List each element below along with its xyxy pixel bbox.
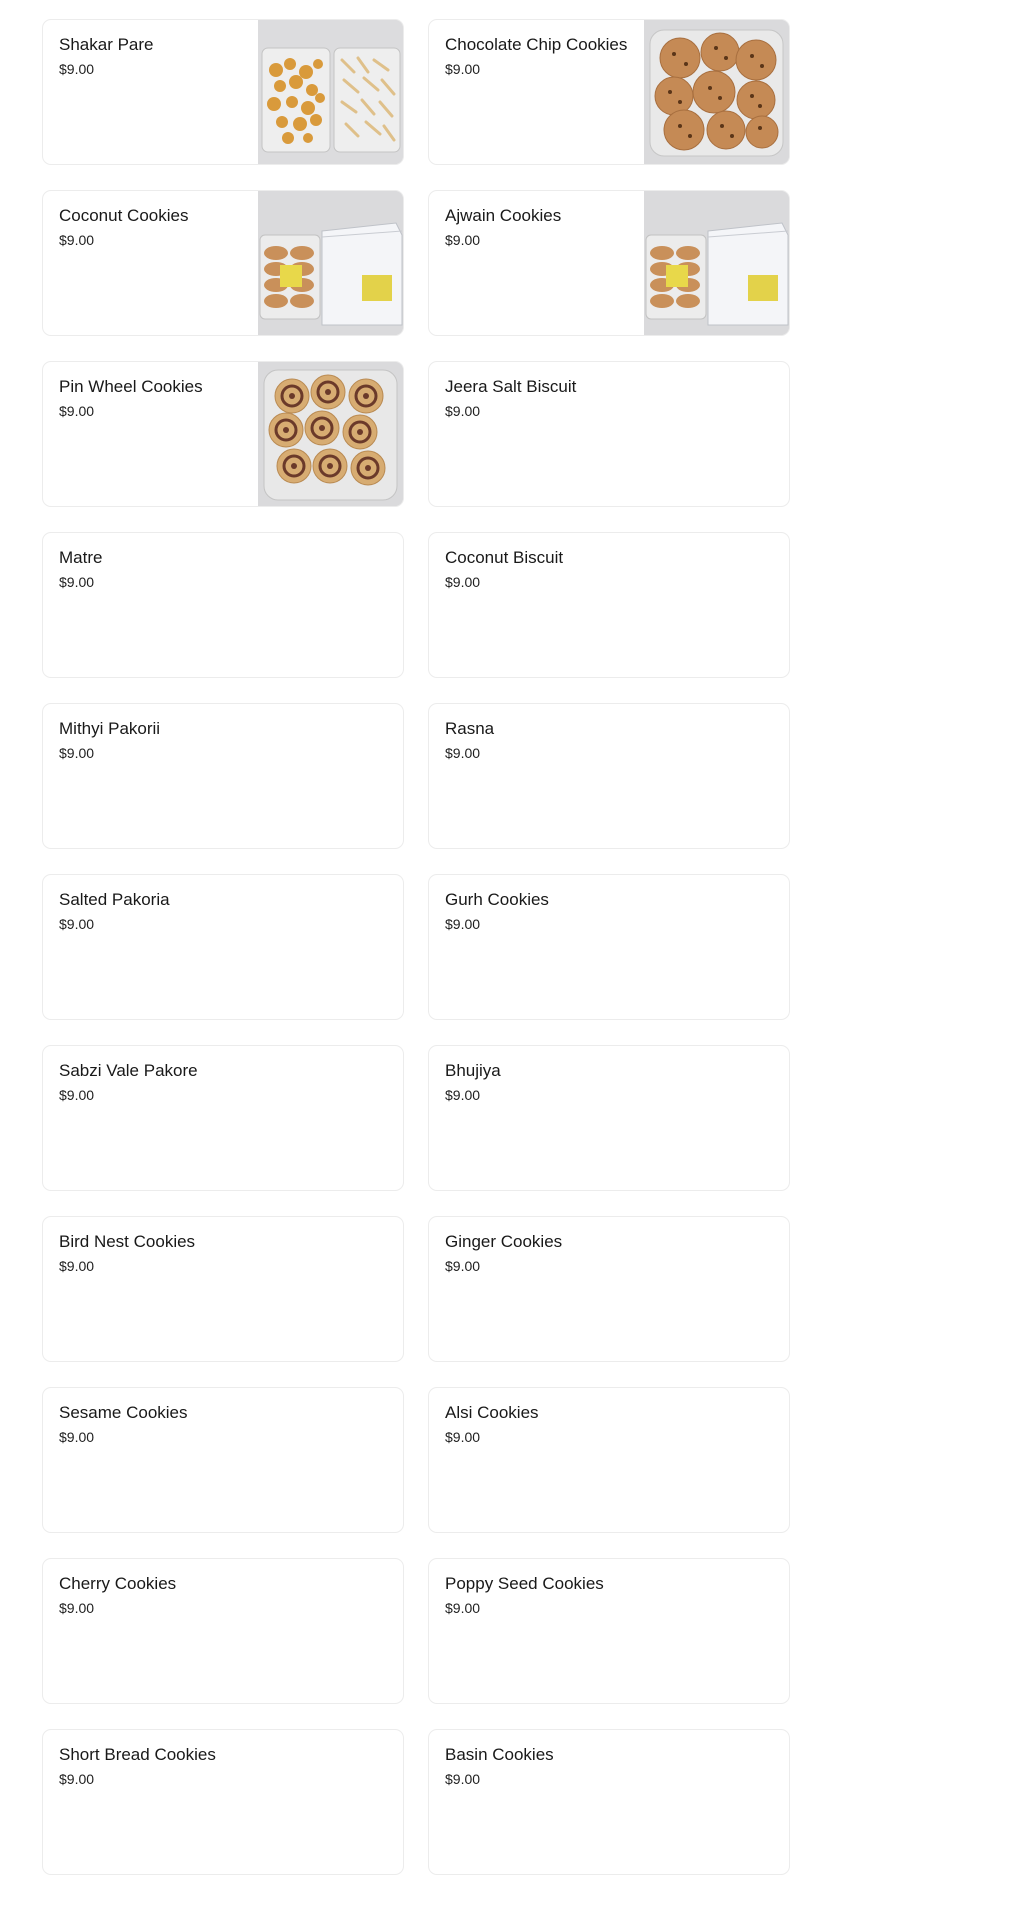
menu-item-photo [258, 20, 403, 164]
menu-item-price: $9.00 [445, 1600, 481, 1616]
menu-item-name: Coconut Biscuit [445, 548, 564, 567]
menu-item-price: $9.00 [59, 1087, 95, 1103]
menu-item-card[interactable]: Bird Nest Cookies $9.00 [42, 1216, 404, 1362]
menu-item-price: $9.00 [59, 1429, 95, 1445]
menu-item-price: $9.00 [59, 916, 95, 932]
menu-item-price: $9.00 [445, 61, 481, 77]
menu-item-photo [644, 20, 789, 164]
menu-item-name: Ginger Cookies [445, 1232, 563, 1251]
menu-item-name: Gurh Cookies [445, 890, 549, 909]
menu-item-price: $9.00 [445, 1087, 481, 1103]
menu-item-card[interactable]: Sabzi Vale Pakore $9.00 [42, 1045, 404, 1191]
menu-item-card[interactable]: Shakar Pare $9.00 [42, 19, 404, 165]
menu-item-price: $9.00 [59, 1600, 95, 1616]
menu-item-price: $9.00 [445, 1258, 481, 1274]
menu-item-price: $9.00 [445, 1771, 481, 1787]
menu-item-card[interactable]: Ajwain Cookies $9.00 [428, 190, 790, 336]
menu-item-grid: Shakar Pare $9.00 Chocolate Chip Cookies $… [42, 0, 790, 1875]
menu-item-card[interactable]: Salted Pakoria $9.00 [42, 874, 404, 1020]
menu-item-card[interactable]: Cherry Cookies $9.00 [42, 1558, 404, 1704]
menu-item-card[interactable]: Matre $9.00 [42, 532, 404, 678]
menu-item-card[interactable]: Rasna $9.00 [428, 703, 790, 849]
menu-item-name: Sabzi Vale Pakore [59, 1061, 198, 1080]
menu-item-price: $9.00 [445, 1429, 481, 1445]
menu-item-price: $9.00 [59, 403, 95, 419]
menu-item-name: Poppy Seed Cookies [445, 1574, 604, 1593]
menu-item-card[interactable]: Ginger Cookies $9.00 [428, 1216, 790, 1362]
menu-item-price: $9.00 [59, 232, 95, 248]
menu-item-name: Cherry Cookies [59, 1574, 177, 1593]
menu-item-price: $9.00 [445, 745, 481, 761]
menu-item-name: Sesame Cookies [59, 1403, 188, 1422]
menu-item-price: $9.00 [445, 916, 481, 932]
menu-item-price: $9.00 [445, 403, 481, 419]
menu-item-name: Rasna [445, 719, 495, 738]
menu-item-price: $9.00 [59, 1771, 95, 1787]
menu-item-card[interactable]: Sesame Cookies $9.00 [42, 1387, 404, 1533]
menu-item-name: Chocolate Chip Cookies [445, 35, 628, 54]
menu-item-name: Coconut Cookies [59, 206, 189, 225]
menu-item-name: Mithyi Pakorii [59, 719, 161, 738]
menu-item-name: Bhujiya [445, 1061, 501, 1080]
menu-item-price: $9.00 [445, 232, 481, 248]
menu-item-price: $9.00 [59, 745, 95, 761]
menu-item-card[interactable]: Coconut Cookies $9.00 [42, 190, 404, 336]
menu-item-card[interactable]: Jeera Salt Biscuit $9.00 [428, 361, 790, 507]
menu-item-name: Basin Cookies [445, 1745, 554, 1764]
menu-item-name: Jeera Salt Biscuit [445, 377, 577, 396]
menu-item-name: Salted Pakoria [59, 890, 170, 909]
menu-item-card[interactable]: Alsi Cookies $9.00 [428, 1387, 790, 1533]
menu-item-name: Shakar Pare [59, 35, 154, 54]
menu-item-card[interactable]: Coconut Biscuit $9.00 [428, 532, 790, 678]
menu-item-name: Ajwain Cookies [445, 206, 562, 225]
menu-item-price: $9.00 [59, 574, 95, 590]
menu-item-card[interactable]: Mithyi Pakorii $9.00 [42, 703, 404, 849]
menu-item-price: $9.00 [59, 1258, 95, 1274]
menu-item-price: $9.00 [59, 61, 95, 77]
menu-item-name: Short Bread Cookies [59, 1745, 216, 1764]
menu-item-name: Matre [59, 548, 103, 567]
menu-item-name: Alsi Cookies [445, 1403, 539, 1422]
menu-item-photo [644, 191, 789, 335]
menu-item-card[interactable]: Basin Cookies $9.00 [428, 1729, 790, 1875]
menu-item-card[interactable]: Bhujiya $9.00 [428, 1045, 790, 1191]
menu-item-photo [258, 362, 403, 506]
menu-item-card[interactable]: Chocolate Chip Cookies $9.00 [428, 19, 790, 165]
menu-item-price: $9.00 [445, 574, 481, 590]
menu-item-photo [258, 191, 403, 335]
menu-item-card[interactable]: Pin Wheel Cookies $9.00 [42, 361, 404, 507]
menu-item-card[interactable]: Gurh Cookies $9.00 [428, 874, 790, 1020]
menu-item-card[interactable]: Poppy Seed Cookies $9.00 [428, 1558, 790, 1704]
menu-item-card[interactable]: Short Bread Cookies $9.00 [42, 1729, 404, 1875]
menu-item-name: Bird Nest Cookies [59, 1232, 196, 1251]
menu-item-name: Pin Wheel Cookies [59, 377, 203, 396]
